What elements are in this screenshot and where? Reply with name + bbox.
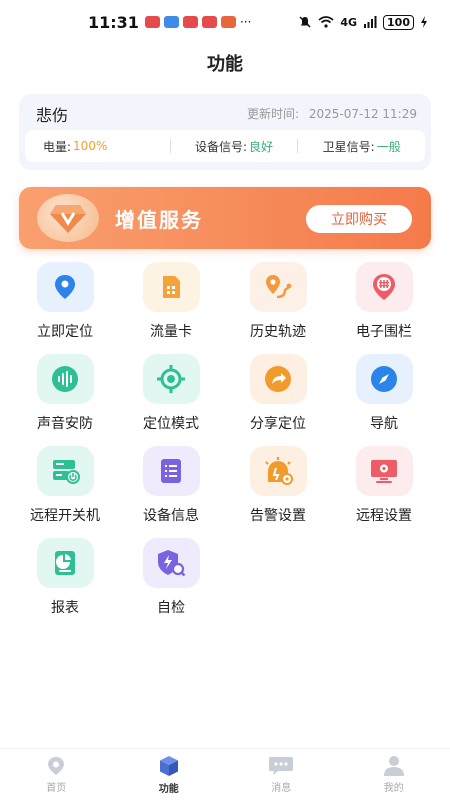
feature-item[interactable]: 定位模式 xyxy=(121,354,221,444)
nav-profile[interactable]: 我的 xyxy=(338,749,450,800)
notification-orange-icon xyxy=(220,16,236,28)
feature-label: 报表 xyxy=(51,600,79,616)
power-server-icon xyxy=(36,446,94,496)
list-icon xyxy=(142,446,200,496)
feature-item[interactable]: 流量卡 xyxy=(121,262,221,352)
feature-label: 历史轨迹 xyxy=(250,324,306,340)
status-bar: 11:31 ··· 4G 100 xyxy=(0,0,450,44)
feature-item[interactable]: 报表 xyxy=(15,538,115,628)
nav-home-label: 首页 xyxy=(46,783,67,794)
feature-item[interactable]: 导航 xyxy=(334,354,434,444)
notification-red-icon xyxy=(201,16,217,28)
notification-icons xyxy=(144,16,236,28)
feature-label: 设备信息 xyxy=(143,508,199,524)
feature-item[interactable]: 设备信息 xyxy=(121,446,221,536)
device-signal-label: 设备信号: xyxy=(194,139,248,154)
route-icon xyxy=(249,262,307,312)
compass-icon xyxy=(355,354,413,404)
update-time-label: 更新时间: xyxy=(246,107,300,121)
feature-label: 远程开关机 xyxy=(30,508,100,524)
charging-icon xyxy=(421,16,427,28)
signal-icon xyxy=(364,16,377,28)
feature-label: 告警设置 xyxy=(250,508,306,524)
device-stats: 电量: 100% 设备信号: 良好 卫星信号: 一般 xyxy=(25,130,425,162)
notification-red-icon xyxy=(182,16,198,28)
device-signal-stat: 设备信号: 良好 xyxy=(171,138,298,155)
feature-label: 自检 xyxy=(157,600,185,616)
battery-label: 电量: xyxy=(43,139,72,154)
user-icon xyxy=(383,756,404,776)
cube-icon xyxy=(159,756,178,776)
buy-now-button[interactable]: 立即购买 xyxy=(306,205,412,233)
device-signal-value: 良好 xyxy=(249,139,274,154)
value-added-service-banner[interactable]: 增值服务 立即购买 xyxy=(19,187,431,249)
monitor-settings-icon xyxy=(355,446,413,496)
diamond-badge-icon xyxy=(37,194,99,242)
device-status-card[interactable]: 悲伤 更新时间: 2025-07-12 11:29 电量: 100% 设备信号:… xyxy=(19,94,431,170)
notification-red-icon xyxy=(144,16,160,28)
message-icon xyxy=(269,757,294,775)
status-right: 4G 100 xyxy=(298,14,428,30)
home-pin-icon xyxy=(48,757,65,775)
map-pin-icon xyxy=(36,262,94,312)
feature-label: 电子围栏 xyxy=(356,324,412,340)
battery-stat: 电量: 100% xyxy=(25,138,170,155)
feature-item[interactable]: 历史轨迹 xyxy=(228,262,328,352)
sound-wave-icon xyxy=(36,354,94,404)
feature-item[interactable]: 自检 xyxy=(121,538,221,628)
feature-item[interactable]: 远程开关机 xyxy=(15,446,115,536)
nav-functions-label: 功能 xyxy=(158,784,179,795)
satellite-signal-label: 卫星信号: xyxy=(322,139,375,154)
feature-label: 导航 xyxy=(370,416,398,432)
more-notifications-icon: ··· xyxy=(239,15,252,29)
status-time: 11:31 xyxy=(88,12,139,32)
feature-label: 远程设置 xyxy=(356,508,412,524)
report-icon xyxy=(36,538,94,588)
satellite-signal-value: 一般 xyxy=(376,139,401,154)
nav-messages[interactable]: 消息 xyxy=(225,749,338,800)
feature-item[interactable]: 立即定位 xyxy=(15,262,115,352)
battery-level: 100 xyxy=(383,14,414,30)
battery-value: 100% xyxy=(73,139,108,153)
fence-icon xyxy=(355,262,413,312)
update-time-value: 2025-07-12 11:29 xyxy=(308,107,417,121)
target-icon xyxy=(142,354,200,404)
network-type: 4G xyxy=(340,15,358,29)
feature-item[interactable]: 电子围栏 xyxy=(334,262,434,352)
update-time: 更新时间: 2025-07-12 11:29 xyxy=(247,105,417,122)
share-icon xyxy=(249,354,307,404)
feature-label: 分享定位 xyxy=(250,416,306,432)
feature-item[interactable]: 告警设置 xyxy=(228,446,328,536)
nav-profile-label: 我的 xyxy=(383,783,404,794)
self-check-icon xyxy=(142,538,200,588)
nav-functions[interactable]: 功能 xyxy=(113,749,226,800)
feature-label: 流量卡 xyxy=(150,324,192,340)
feature-item[interactable]: 分享定位 xyxy=(228,354,328,444)
feature-label: 声音安防 xyxy=(37,416,93,432)
feature-label: 立即定位 xyxy=(37,324,93,340)
feature-item[interactable]: 声音安防 xyxy=(15,354,115,444)
nav-messages-label: 消息 xyxy=(271,783,292,794)
sim-card-icon xyxy=(142,262,200,312)
notification-blue-icon xyxy=(163,16,179,28)
page-title: 功能 xyxy=(207,54,243,75)
alarm-icon xyxy=(249,446,307,496)
satellite-signal-stat: 卫星信号: 一般 xyxy=(298,138,425,155)
device-name: 悲伤 xyxy=(36,106,69,125)
banner-title: 增值服务 xyxy=(115,208,203,232)
wifi-icon xyxy=(318,16,334,28)
bottom-nav: 首页 功能 消息 我的 xyxy=(0,748,450,800)
feature-label: 定位模式 xyxy=(143,416,199,432)
mute-icon xyxy=(299,16,311,28)
feature-item[interactable]: 远程设置 xyxy=(334,446,434,536)
nav-home[interactable]: 首页 xyxy=(0,749,113,800)
